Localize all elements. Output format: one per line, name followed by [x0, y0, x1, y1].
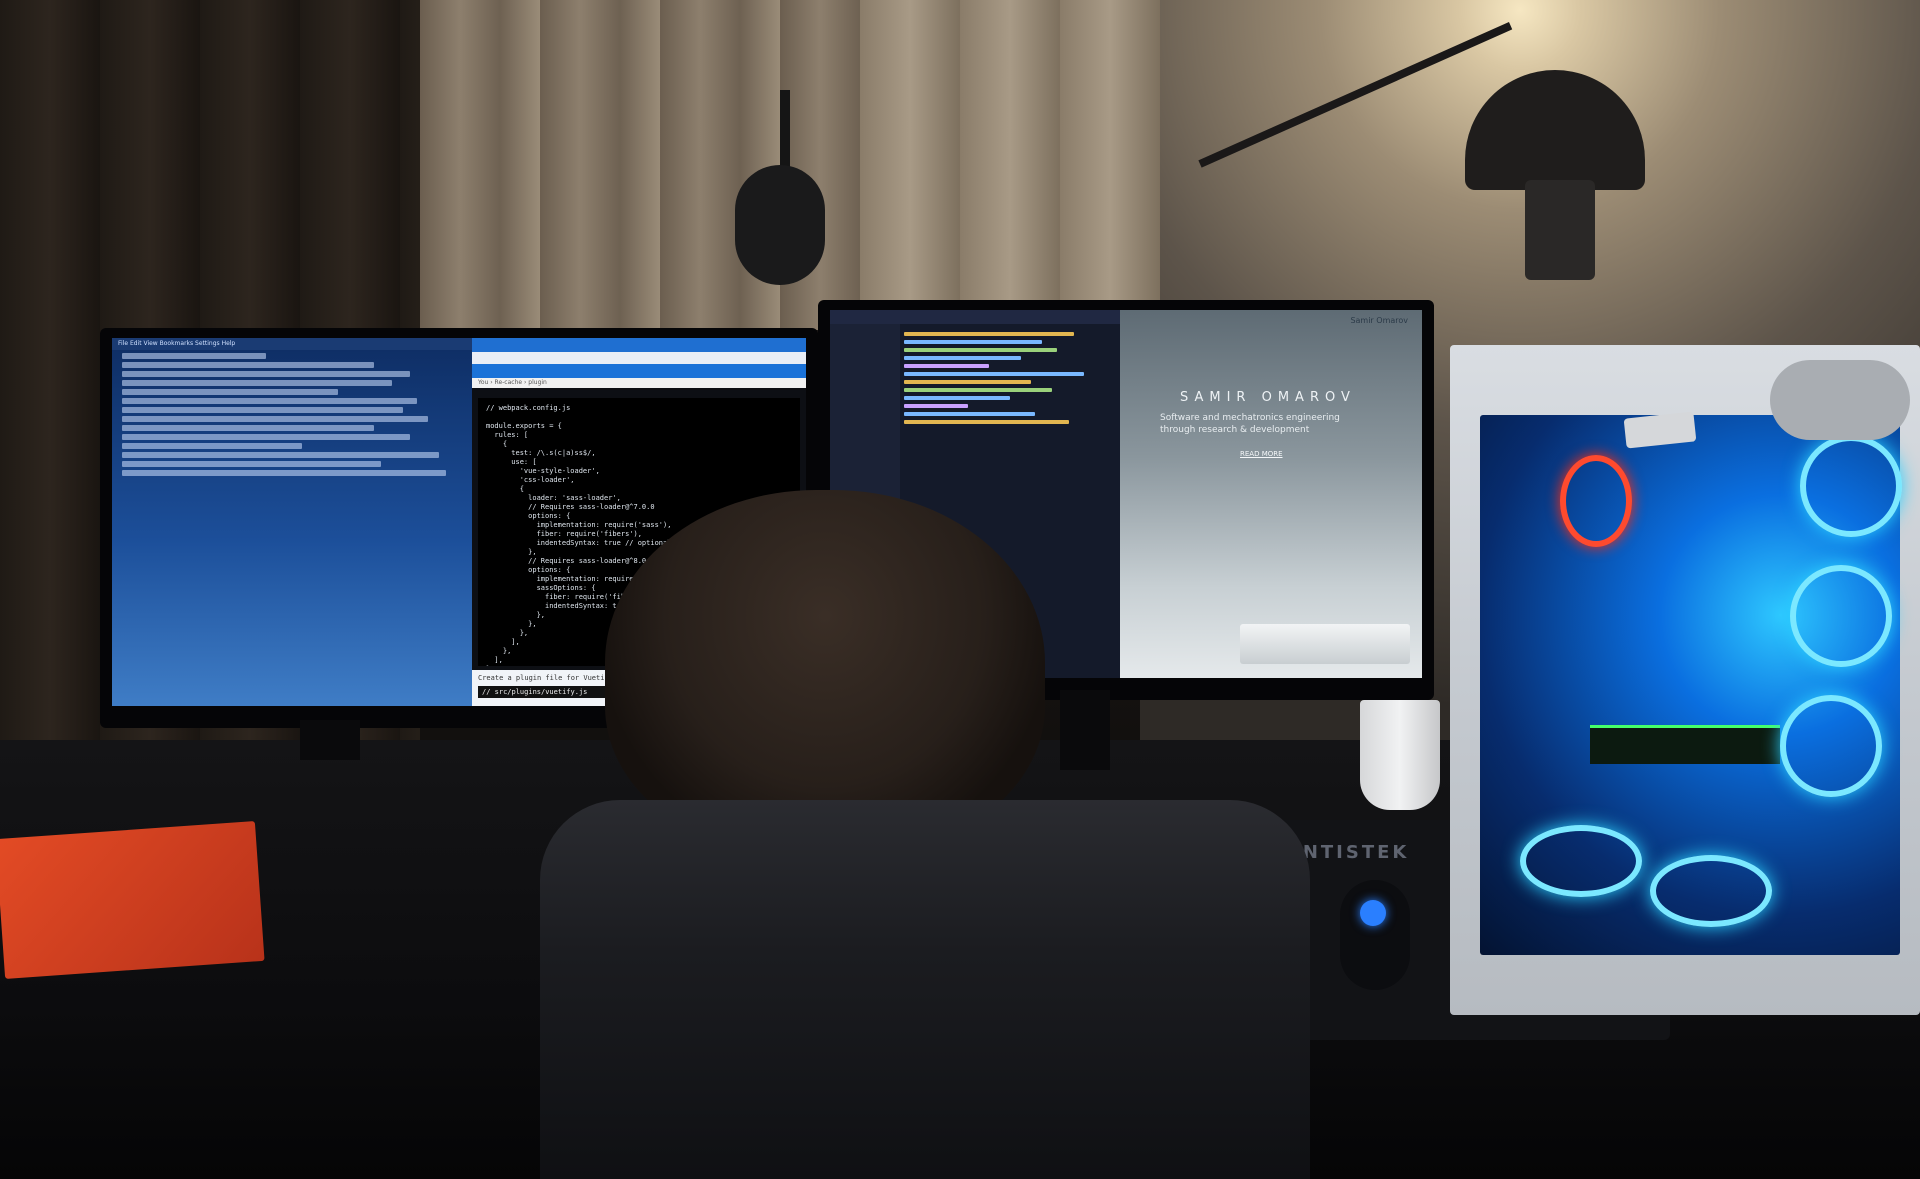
terminal-line	[122, 407, 403, 413]
terminal-line	[122, 416, 428, 422]
left-monitor-stand	[300, 720, 360, 760]
microphone	[735, 165, 825, 285]
bottom-fan	[1520, 825, 1642, 897]
terminal-line	[122, 470, 446, 476]
case-fan	[1780, 695, 1882, 797]
pc-case	[1450, 345, 1920, 1015]
code-line: // webpack.config.js	[486, 404, 571, 412]
code-line: module.exports = {	[486, 422, 562, 430]
person-head	[605, 490, 1045, 850]
terminal-line	[122, 461, 382, 467]
hero-title: SAMIR OMAROV	[1180, 390, 1356, 405]
site-logo[interactable]: Samir Omarov	[1350, 316, 1408, 325]
editor-line	[904, 364, 989, 368]
breadcrumb: You › Re-cache › plugin	[472, 378, 806, 388]
keyboard-photo	[1240, 624, 1410, 664]
terminal-line	[122, 434, 410, 440]
code-line: rules: [	[486, 431, 529, 439]
desk-setup-photo: MANTISTEK File Edit View Bookmarks Setti…	[0, 0, 1920, 1179]
orange-book	[0, 821, 265, 979]
terminal-line	[122, 425, 374, 431]
editor-line	[904, 372, 1085, 376]
terminal-line	[122, 452, 439, 458]
browser-urlbar[interactable]	[472, 352, 806, 364]
terminal-line	[122, 443, 302, 449]
code-line: {	[486, 440, 508, 448]
office-chair	[540, 800, 1310, 1179]
pc-glass-panel	[1480, 415, 1902, 955]
terminal-line	[122, 398, 418, 404]
case-fan	[1790, 565, 1892, 667]
right-monitor-stand	[1060, 690, 1110, 770]
browser-tabbar[interactable]	[472, 338, 806, 352]
curtain-right-panel	[860, 0, 1160, 330]
graphics-card	[1590, 725, 1780, 764]
editor-line	[904, 380, 1032, 384]
read-more-link[interactable]: READ MORE	[1240, 450, 1283, 458]
cpu-cooler-fan	[1560, 455, 1632, 547]
code-line: test: /\.s(c|a)ss$/,	[486, 449, 596, 457]
gaming-mouse	[1340, 880, 1410, 990]
pen-cup	[1360, 700, 1440, 810]
vuetify-docs-toolbar	[472, 364, 806, 378]
lamp-neck	[1525, 180, 1595, 280]
editor-line	[904, 412, 1036, 416]
editor-line	[904, 340, 1042, 344]
terminal-menubar[interactable]: File Edit View Bookmarks Settings Help	[112, 338, 472, 350]
terminal-line	[122, 353, 266, 359]
terminal-window[interactable]: File Edit View Bookmarks Settings Help	[112, 338, 472, 706]
code-line: 'vue-style-loader',	[486, 467, 600, 475]
terminal-line	[122, 389, 338, 395]
editor-line	[904, 332, 1074, 336]
hero-tagline: Software and mechatronics engineering th…	[1160, 413, 1340, 435]
editor-tabs[interactable]	[830, 310, 1120, 324]
code-line: {	[486, 485, 524, 493]
bottom-fan	[1650, 855, 1772, 927]
editor-line	[904, 356, 1021, 360]
code-line: 'css-loader',	[486, 476, 575, 484]
case-fan	[1800, 435, 1902, 537]
code-line: use: [	[486, 458, 537, 466]
game-controller	[1770, 360, 1910, 440]
editor-line	[904, 404, 968, 408]
mouse-logo-light	[1360, 900, 1386, 926]
editor-line	[904, 388, 1053, 392]
terminal-line	[122, 380, 392, 386]
editor-line	[904, 348, 1057, 352]
terminal-line	[122, 362, 374, 368]
editor-line	[904, 396, 1010, 400]
terminal-line	[122, 371, 410, 377]
website-preview[interactable]: Samir Omarov SAMIR OMAROV Software and m…	[1120, 310, 1422, 678]
editor-line	[904, 420, 1070, 424]
